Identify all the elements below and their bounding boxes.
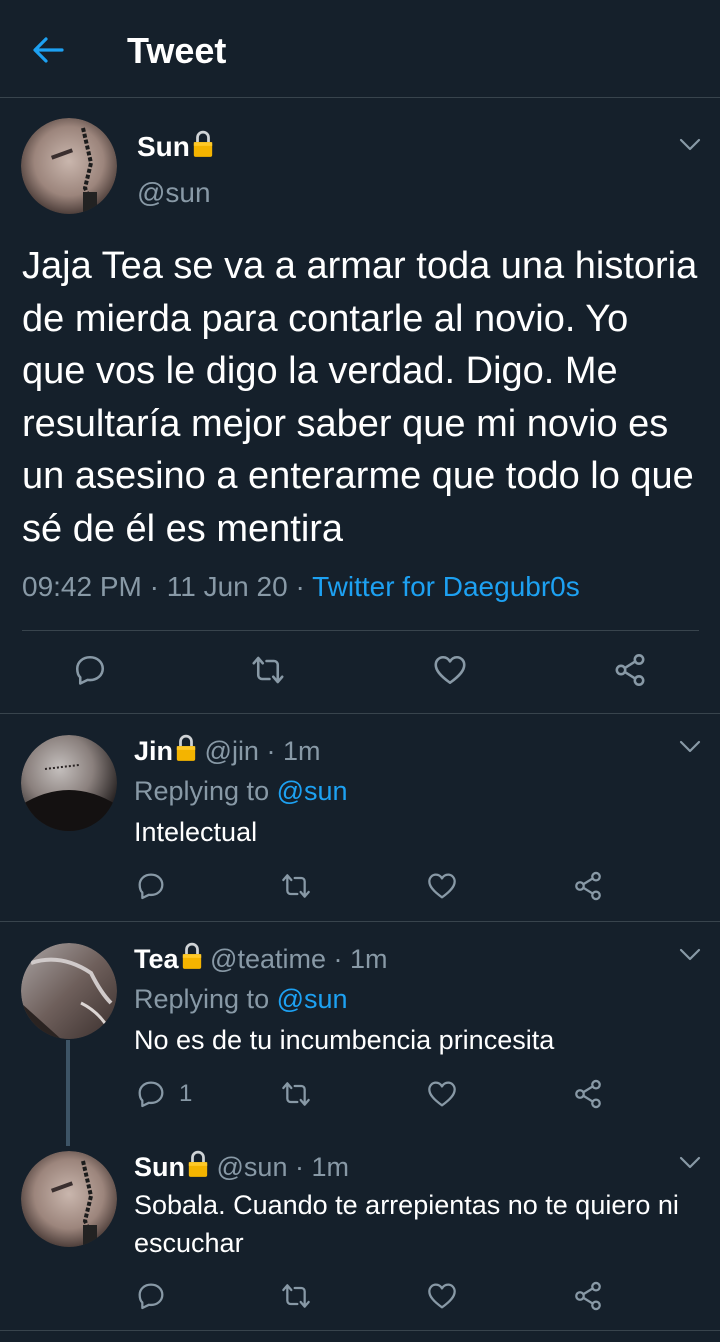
like-icon: [426, 870, 458, 902]
replying-label: Replying to: [134, 776, 270, 806]
separator: ·: [294, 1152, 304, 1182]
chevron-down-icon[interactable]: [679, 138, 701, 152]
mention-link[interactable]: @sun: [277, 984, 348, 1014]
retweet-button[interactable]: [280, 1078, 312, 1110]
handle[interactable]: @teatime: [210, 944, 326, 974]
chevron-down-icon[interactable]: [679, 740, 701, 754]
lock-icon: [192, 129, 214, 159]
back-arrow-icon[interactable]: [30, 34, 66, 66]
tweet-time: 09:42 PM: [22, 571, 142, 602]
display-name[interactable]: Tea: [134, 944, 179, 974]
tweet-meta: 09:42 PM · 11 Jun 20 · Twitter for Daegu…: [22, 571, 580, 603]
reply-icon: [135, 1078, 167, 1110]
share-icon: [572, 1280, 604, 1312]
like-button[interactable]: [426, 1280, 458, 1312]
share-icon: [572, 1078, 604, 1110]
share-icon: [572, 870, 604, 902]
tweet-source[interactable]: Twitter for Daegubr0s: [312, 571, 580, 602]
retweet-button[interactable]: [280, 1280, 312, 1312]
share-icon: [612, 652, 648, 688]
retweet-button[interactable]: [280, 870, 312, 902]
reply-button[interactable]: [135, 870, 167, 902]
reply-author: Jin @jin · 1m: [134, 733, 321, 767]
reply-button[interactable]: 1: [135, 1078, 192, 1110]
reply-text: Intelectual: [134, 817, 258, 847]
avatar[interactable]: [21, 1151, 117, 1247]
like-button[interactable]: [432, 652, 468, 688]
tweet-text: Jaja Tea se va a armar toda una historia…: [22, 245, 698, 550]
reply-button[interactable]: [72, 652, 108, 688]
share-button[interactable]: [612, 652, 648, 688]
timestamp: 1m: [350, 944, 388, 974]
handle[interactable]: @jin: [205, 736, 259, 766]
display-name[interactable]: Sun: [137, 131, 190, 162]
separator: ·: [295, 571, 305, 602]
chevron-down-icon[interactable]: [679, 1156, 701, 1170]
reply-text: No es de tu incumbencia princesita: [134, 1025, 555, 1055]
retweet-icon: [280, 1078, 312, 1110]
display-name[interactable]: Jin: [134, 736, 173, 766]
top-bar: Tweet: [0, 0, 720, 98]
like-button[interactable]: [426, 870, 458, 902]
share-button[interactable]: [572, 870, 604, 902]
separator: ·: [149, 571, 159, 602]
reply-button[interactable]: [135, 1280, 167, 1312]
separator: ·: [266, 736, 276, 766]
lock-icon: [181, 941, 203, 971]
like-icon: [426, 1280, 458, 1312]
reply-text: Sobala. Cuando te arrepientas no te quie…: [134, 1190, 679, 1258]
replying-to: Replying to @sun: [134, 776, 348, 807]
reply-author: Sun @sun · 1m: [134, 1149, 349, 1183]
like-icon: [426, 1078, 458, 1110]
divider: [0, 921, 720, 922]
divider: [0, 1330, 720, 1331]
tweet-date: 11 Jun 20: [166, 571, 288, 602]
replying-label: Replying to: [134, 984, 270, 1014]
retweet-button[interactable]: [250, 652, 286, 688]
chevron-down-icon[interactable]: [679, 948, 701, 962]
share-button[interactable]: [572, 1280, 604, 1312]
avatar[interactable]: [21, 735, 117, 831]
handle[interactable]: @sun: [217, 1152, 288, 1182]
divider: [0, 713, 720, 714]
thread-line: [66, 1040, 70, 1146]
lock-icon: [175, 733, 197, 763]
retweet-icon: [280, 870, 312, 902]
replying-to: Replying to @sun: [134, 984, 348, 1015]
separator: ·: [333, 944, 343, 974]
reply-count: 1: [179, 1080, 193, 1107]
mention-link[interactable]: @sun: [277, 776, 348, 806]
main-tweet-author: Sun: [137, 129, 214, 163]
timestamp: 1m: [311, 1152, 350, 1182]
avatar[interactable]: [21, 943, 117, 1039]
handle[interactable]: @sun: [137, 177, 211, 209]
lock-icon: [187, 1149, 209, 1179]
reply-author: Tea @teatime · 1m: [134, 941, 388, 975]
avatar[interactable]: [21, 118, 117, 214]
retweet-icon: [250, 652, 286, 688]
retweet-icon: [280, 1280, 312, 1312]
reply-icon: [135, 1280, 167, 1312]
divider: [22, 630, 699, 631]
like-button[interactable]: [426, 1078, 458, 1110]
reply-icon: [135, 870, 167, 902]
display-name[interactable]: Sun: [134, 1152, 185, 1182]
like-icon: [432, 652, 468, 688]
timestamp: 1m: [282, 736, 321, 766]
page-title: Tweet: [127, 30, 227, 71]
reply-icon: [72, 652, 108, 688]
share-button[interactable]: [572, 1078, 604, 1110]
